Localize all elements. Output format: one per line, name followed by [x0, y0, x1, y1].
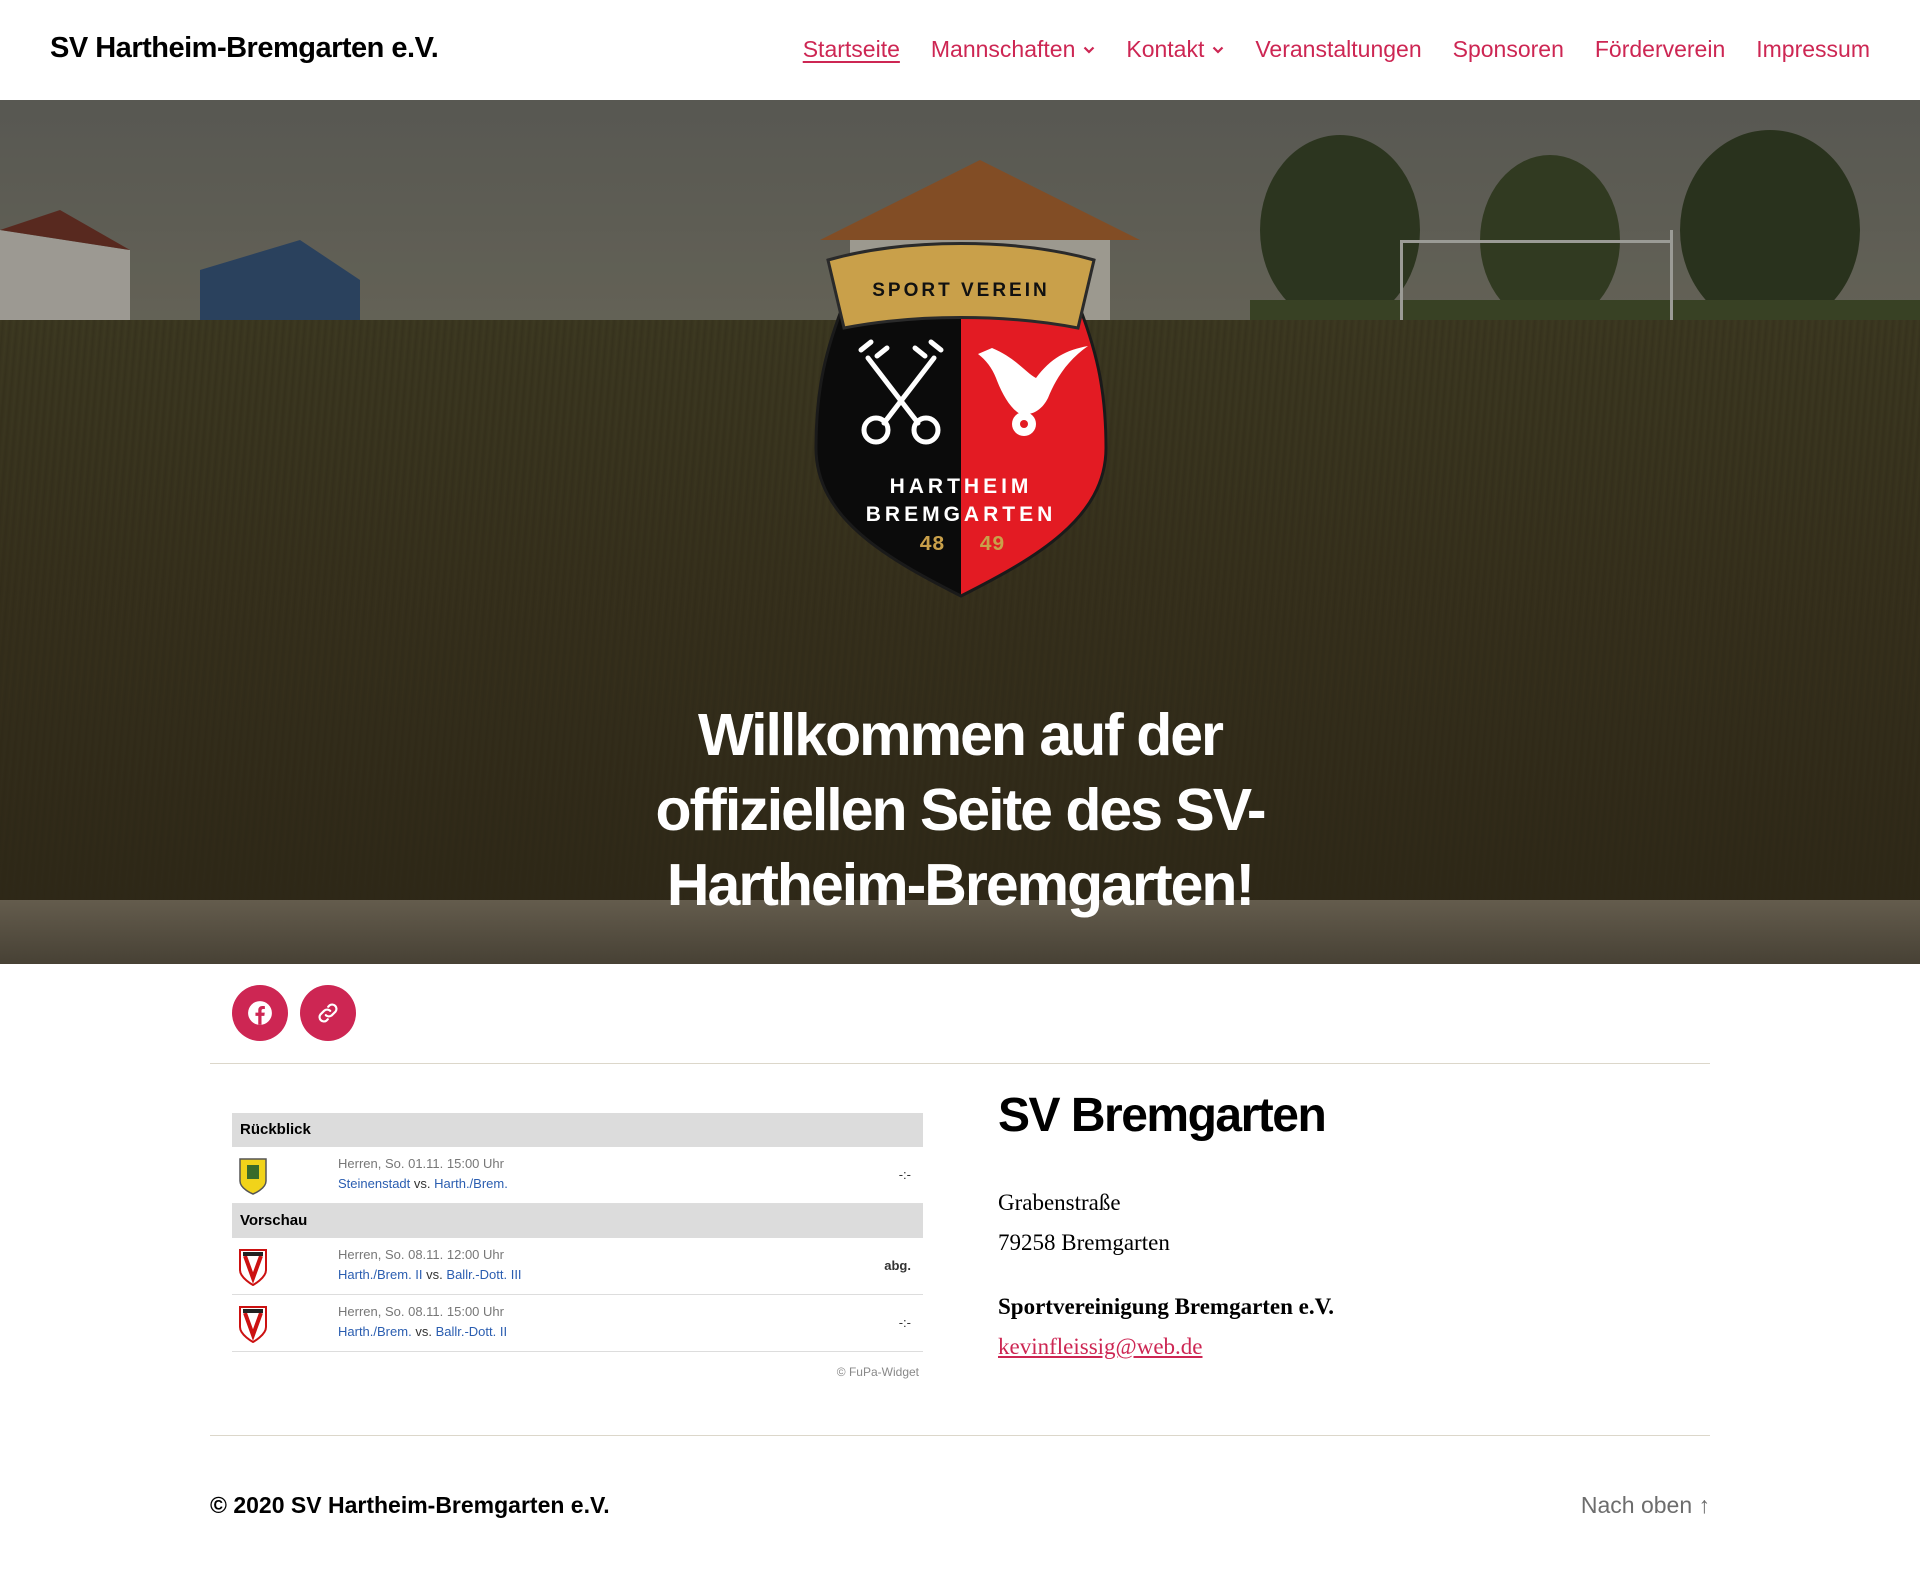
section-header-vorschau: Vorschau	[232, 1204, 923, 1238]
match-meta: Herren, So. 08.11. 15:00 Uhr	[338, 1304, 504, 1319]
hero-title-line: Willkommen auf der	[697, 702, 1224, 768]
nav-label: Startseite	[802, 36, 900, 62]
contact-email-link[interactable]: kevinfleissig@web.de	[998, 1327, 1698, 1367]
site-header: SV Hartheim-Bremgarten e.V. Startseite M…	[0, 0, 1920, 100]
fupa-widget: Rückblick Herren, So. 01.11. 15:00 Uhr S…	[232, 1113, 923, 1379]
nav-item-mannschaften[interactable]: Mannschaften	[931, 36, 1095, 63]
nav-item-impressum[interactable]: Impressum	[1756, 36, 1870, 63]
contact-street: Grabenstraße	[998, 1190, 1121, 1215]
team-logo-icon	[239, 1249, 267, 1286]
crest-year-right: 49	[979, 534, 1004, 557]
match-result: -:-	[898, 1315, 911, 1330]
nav-item-startseite[interactable]: Startseite	[803, 36, 900, 63]
home-team-link[interactable]: Harth./Brem.	[338, 1324, 412, 1339]
crest-line2: BREMGARTEN	[866, 503, 1057, 526]
vs-label: vs.	[426, 1267, 443, 1282]
primary-nav: Startseite Mannschaften Kontakt Veransta…	[803, 36, 1870, 63]
match-meta: Herren, So. 08.11. 12:00 Uhr	[338, 1247, 504, 1262]
facebook-icon	[248, 1001, 272, 1025]
match-row[interactable]: Herren, So. 08.11. 15:00 Uhr Harth./Brem…	[232, 1295, 923, 1352]
match-row[interactable]: Herren, So. 01.11. 15:00 Uhr Steinenstad…	[232, 1147, 923, 1204]
nav-label: Förderverein	[1594, 36, 1726, 62]
contact-title: SV Bremgarten	[998, 1089, 1327, 1142]
away-team-link[interactable]: Harth./Brem.	[434, 1176, 508, 1191]
crest-line1: HARTHEIM	[890, 475, 1033, 498]
crest-year-left: 48	[919, 534, 944, 557]
away-team-link[interactable]: Ballr.-Dott. II	[436, 1324, 508, 1339]
nav-item-veranstaltungen[interactable]: Veranstaltungen	[1255, 36, 1421, 63]
link-button[interactable]	[300, 985, 356, 1041]
home-team-link[interactable]: Steinenstadt	[338, 1176, 410, 1191]
team-logo-icon	[239, 1306, 267, 1343]
nav-item-sponsoren[interactable]: Sponsoren	[1453, 36, 1564, 63]
hero-title-line: offiziellen Seite des SV-	[655, 777, 1266, 843]
hero-title-line: Hartheim-Bremgarten!	[666, 852, 1255, 918]
nav-label: Sponsoren	[1452, 36, 1564, 62]
footer-copyright: © 2020 SV Hartheim-Bremgarten e.V.	[210, 1492, 610, 1518]
contact-organization: Sportvereinigung Bremgarten e.V.	[998, 1294, 1335, 1319]
match-result: abg.	[884, 1258, 911, 1273]
match-teams: Harth./Brem. II vs. Ballr.-Dott. III	[338, 1267, 522, 1282]
nav-label: Kontakt	[1126, 36, 1205, 62]
match-row[interactable]: Herren, So. 08.11. 12:00 Uhr Harth./Brem…	[232, 1238, 923, 1295]
club-crest-logo: SPORT VEREIN HARTHEIM BREMGARTEN 48 49	[814, 242, 1108, 598]
hero-title: Willkommen auf der offiziellen Seite des…	[610, 698, 1310, 923]
match-teams: Harth./Brem. vs. Ballr.-Dott. II	[338, 1324, 507, 1339]
nav-label: Veranstaltungen	[1255, 36, 1422, 62]
chevron-down-icon	[1213, 46, 1224, 54]
away-team-link[interactable]: Ballr.-Dott. III	[446, 1267, 521, 1282]
back-to-top-link[interactable]: Nach oben ↑	[1581, 1492, 1710, 1519]
widget-credit-link[interactable]: © FuPa-Widget	[232, 1352, 923, 1379]
team-logo-icon	[239, 1158, 267, 1195]
match-teams: Steinenstadt vs. Harth./Brem.	[338, 1176, 508, 1191]
match-result: -:-	[898, 1167, 911, 1182]
nav-label: Impressum	[1756, 36, 1870, 62]
section-header-rueckblick: Rückblick	[232, 1113, 923, 1147]
nav-label: Mannschaften	[930, 36, 1076, 62]
home-team-link[interactable]: Harth./Brem. II	[338, 1267, 423, 1282]
contact-block: SV Bremgarten Grabenstraße 79258 Bremgar…	[998, 1088, 1698, 1367]
nav-item-kontakt[interactable]: Kontakt	[1126, 36, 1224, 63]
social-menu	[232, 985, 356, 1041]
vs-label: vs.	[413, 1176, 431, 1191]
divider	[210, 1063, 1710, 1064]
site-title[interactable]: SV Hartheim-Bremgarten e.V.	[50, 32, 439, 65]
contact-city: 79258 Bremgarten	[998, 1230, 1170, 1255]
nav-item-foerderverein[interactable]: Förderverein	[1595, 36, 1725, 63]
hero-cover: SPORT VEREIN HARTHEIM BREMGARTEN 48 49 W…	[0, 100, 1920, 964]
chevron-down-icon	[1084, 46, 1095, 54]
facebook-button[interactable]	[232, 985, 288, 1041]
divider	[210, 1435, 1710, 1436]
link-icon	[318, 1003, 338, 1023]
contact-address: Grabenstraße 79258 Bremgarten	[998, 1183, 1698, 1263]
vs-label: vs.	[415, 1324, 432, 1339]
match-meta: Herren, So. 01.11. 15:00 Uhr	[338, 1156, 504, 1171]
crest-top-text: SPORT VEREIN	[872, 280, 1049, 301]
